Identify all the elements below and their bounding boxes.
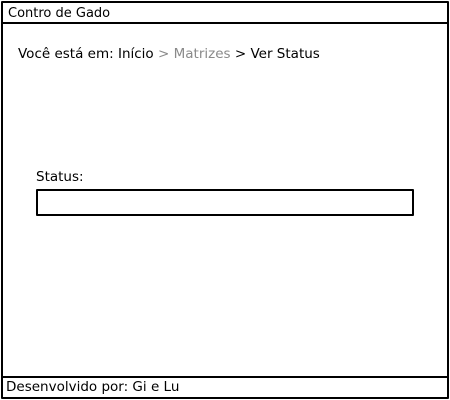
breadcrumb-separator: > [234, 46, 247, 62]
window-title: Contro de Gado [8, 6, 111, 21]
breadcrumb: Você está em: Início > Matrizes > Ver St… [18, 46, 320, 62]
status-label: Status: [36, 169, 84, 185]
breadcrumb-item-matrizes[interactable]: Matrizes [174, 46, 231, 62]
footer-credits: Desenvolvido por: Gi e Lu [6, 379, 180, 395]
breadcrumb-separator: > [158, 46, 170, 62]
status-input[interactable] [36, 189, 414, 216]
footer: Desenvolvido por: Gi e Lu [3, 376, 447, 397]
breadcrumb-item-inicio[interactable]: Início [118, 46, 154, 62]
app-window: Contro de Gado Você está em: Início > Ma… [1, 1, 449, 399]
breadcrumb-prefix: Você está em: [18, 46, 114, 62]
breadcrumb-item-ver-status: Ver Status [250, 46, 320, 62]
title-bar: Contro de Gado [3, 3, 447, 24]
